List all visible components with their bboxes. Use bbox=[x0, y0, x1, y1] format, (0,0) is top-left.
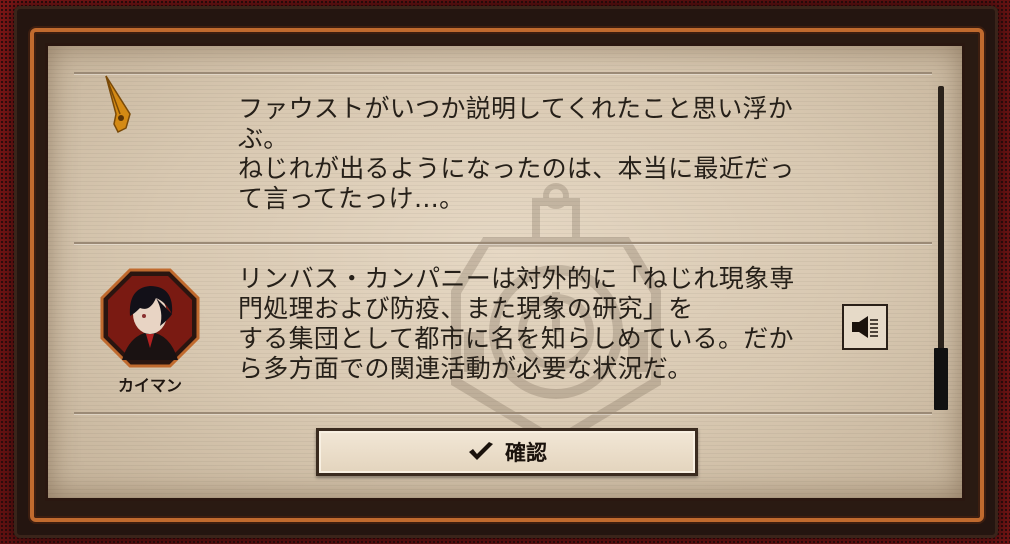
dialog-log-panel: ファウストがいつか説明してくれたこと思い浮か ぶ。 ねじれが出るようになったのは… bbox=[48, 46, 962, 498]
speaker-portrait bbox=[100, 268, 200, 368]
confirm-label: 確認 bbox=[505, 441, 547, 465]
message-line: ファウストがいつか説明してくれたこと思い浮か bbox=[238, 94, 794, 123]
voice-playback-button[interactable] bbox=[842, 304, 888, 350]
message-line: て言ってたっけ…。 bbox=[238, 184, 465, 213]
checkmark-icon bbox=[469, 442, 493, 460]
divider-top bbox=[74, 72, 932, 74]
scrollbar-thumb[interactable] bbox=[934, 348, 948, 410]
speaker-icon bbox=[852, 316, 878, 338]
speaker-name: カイマン bbox=[117, 376, 182, 395]
message-line: する集団として都市に名を知らしめている。だか bbox=[238, 324, 794, 353]
message-entry-2: リンバス・カンパニーは対外的に「ねじれ現象専 門処理および防疫、また現象の研究」… bbox=[238, 264, 838, 384]
message-line: ら多方面での関連活動が必要な状況だ。 bbox=[238, 354, 693, 383]
message-entry-1: ファウストがいつか説明してくれたこと思い浮か ぶ。 ねじれが出るようになったのは… bbox=[238, 94, 838, 214]
pen-nib-icon bbox=[105, 75, 131, 134]
message-line: リンバス・カンパニーは対外的に「ねじれ現象専 bbox=[238, 264, 795, 293]
divider-middle bbox=[74, 242, 932, 244]
message-line: ぶ。 bbox=[238, 124, 289, 153]
message-line: 門処理および防疫、また現象の研究」を bbox=[238, 294, 694, 323]
divider-bottom bbox=[74, 412, 932, 414]
confirm-button[interactable]: 確認 bbox=[316, 428, 698, 476]
message-line: ねじれが出るようになったのは、本当に最近だっ bbox=[238, 154, 795, 183]
game-screen: ファウストがいつか説明してくれたこと思い浮か ぶ。 ねじれが出るようになったのは… bbox=[0, 0, 1010, 544]
